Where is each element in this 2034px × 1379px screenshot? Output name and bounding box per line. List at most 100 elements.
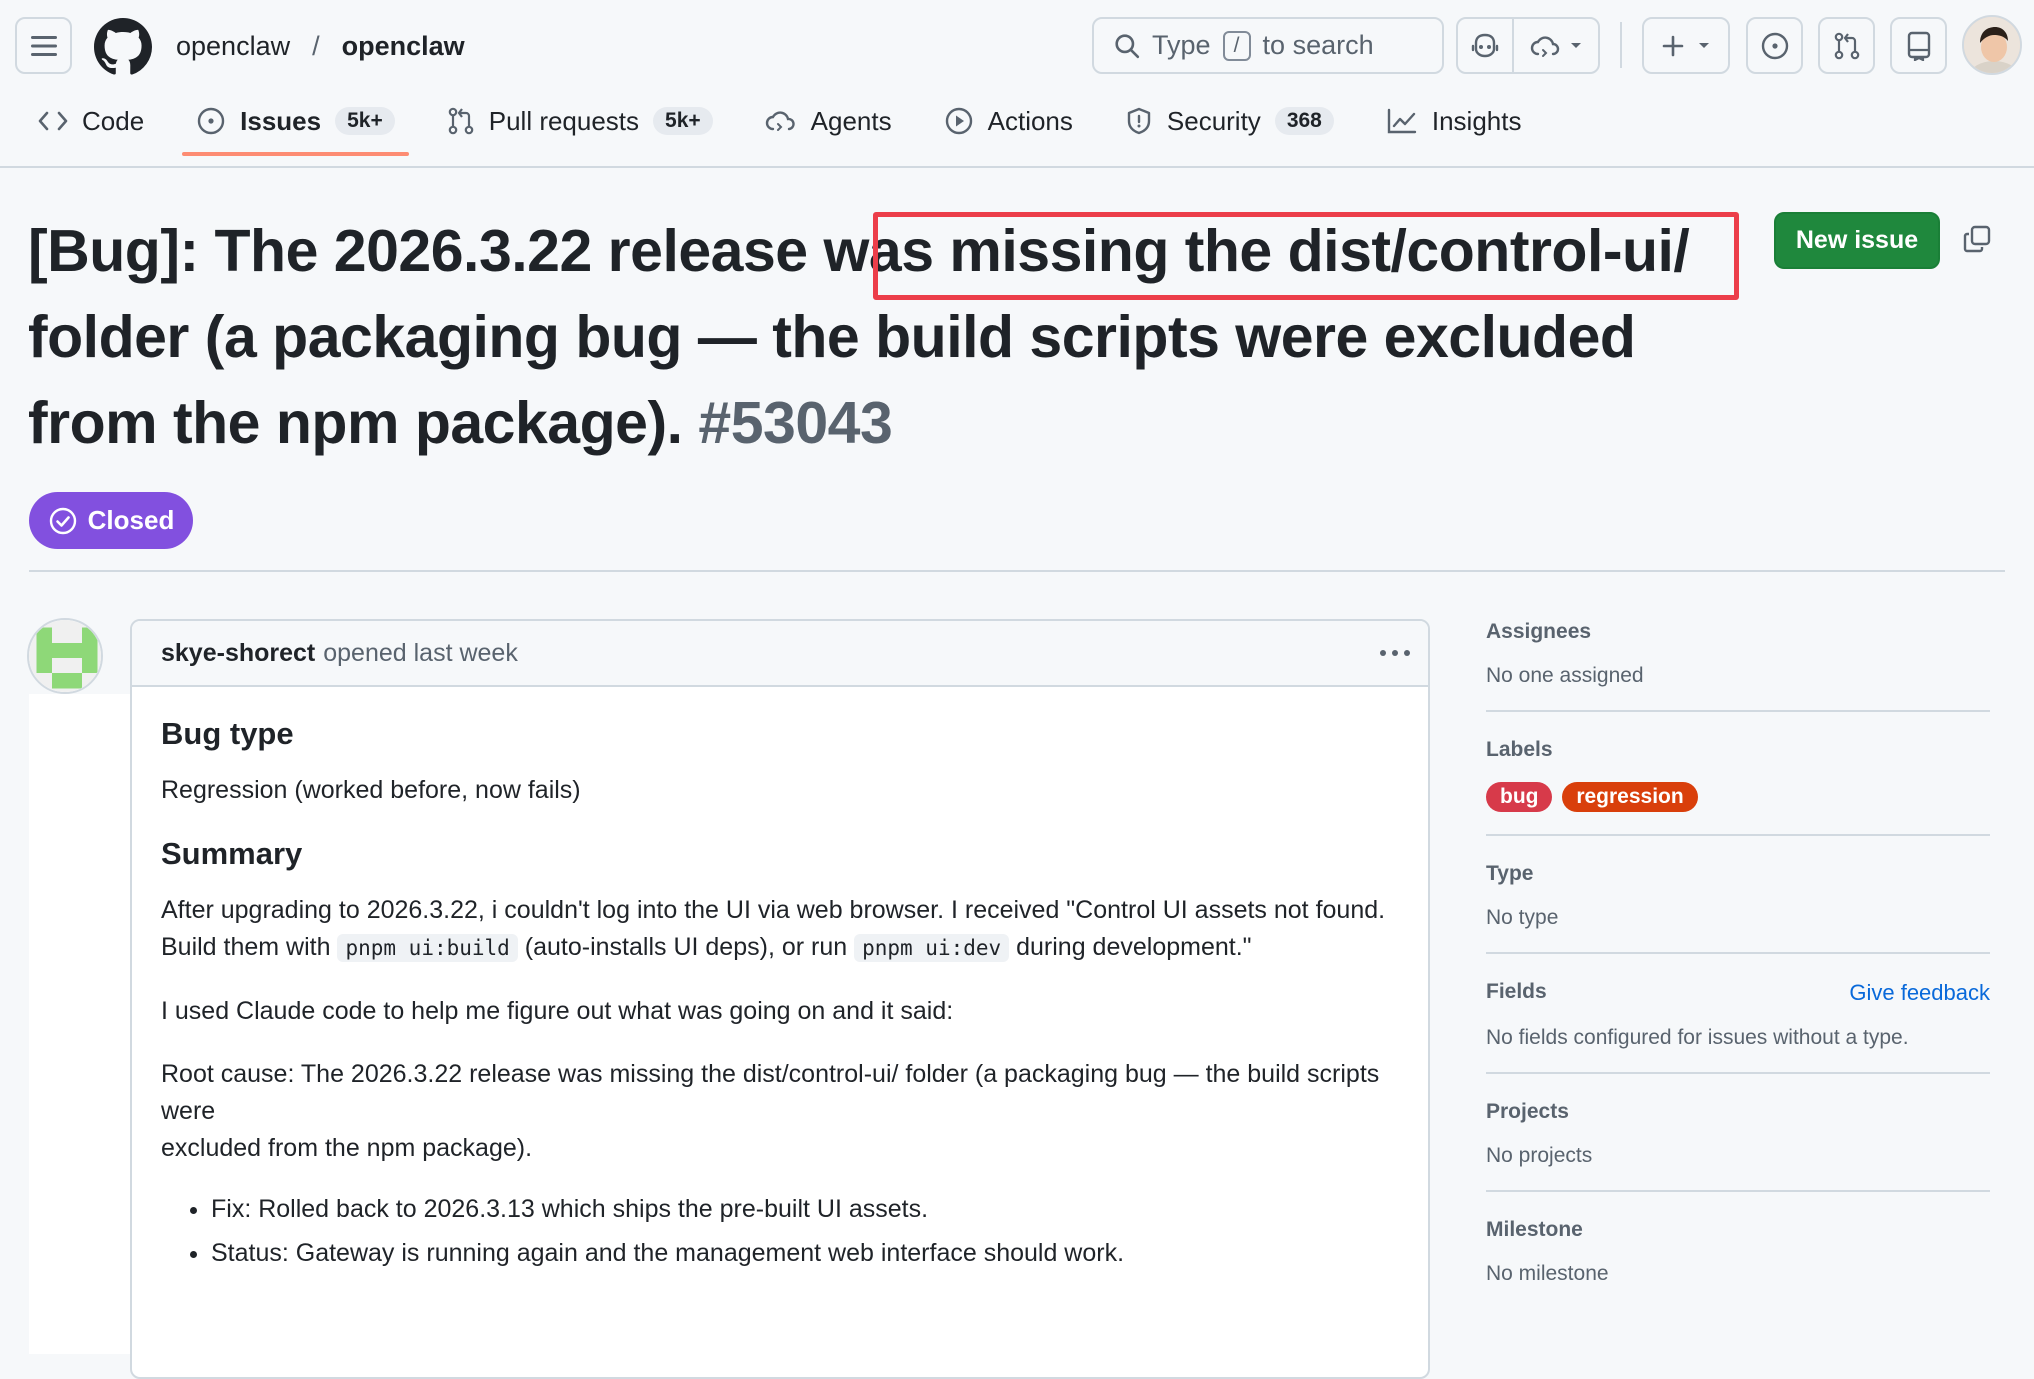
milestone-heading: Milestone <box>1486 1218 1583 1241</box>
tab-agents[interactable]: Agents <box>751 98 906 144</box>
code-ui-dev: pnpm ui:dev <box>854 934 1010 962</box>
list-item: Fix: Rolled back to 2026.3.13 which ship… <box>211 1191 1399 1228</box>
status-list: Fix: Rolled back to 2026.3.13 which ship… <box>211 1191 1399 1272</box>
repo-name-link[interactable]: openclaw <box>342 31 465 62</box>
repo-nav-tabs: Code Issues 5k+ Pull requests 5k+ Agents… <box>24 98 1559 156</box>
tab-actions-label: Actions <box>987 105 1073 136</box>
sidebar-milestone[interactable]: Milestone No milestone <box>1486 1214 1990 1308</box>
chevron-down-icon <box>1699 42 1709 48</box>
comment-body: Bug type Regression (worked before, now … <box>132 687 1428 1307</box>
author-avatar[interactable] <box>27 618 103 694</box>
tab-issues-label: Issues <box>240 105 322 136</box>
tab-code-label: Code <box>82 105 145 136</box>
summary-paragraph: After upgrading to 2026.3.22, i couldn't… <box>161 892 1399 967</box>
kebab-dot-icon <box>1380 650 1386 656</box>
tab-issues[interactable]: Issues 5k+ <box>182 98 409 156</box>
issue-opened-icon <box>1761 32 1788 59</box>
tab-security[interactable]: Security 368 <box>1111 98 1348 144</box>
issue-number: #53043 <box>698 390 893 456</box>
projects-heading: Projects <box>1486 1100 1569 1123</box>
header-divider <box>1620 22 1622 68</box>
bug-type-value: Regression (worked before, now fails) <box>161 776 581 804</box>
projects-value: No projects <box>1486 1144 1593 1167</box>
sidebar-projects[interactable]: Projects No projects <box>1486 1096 1990 1192</box>
chevron-down-icon <box>1571 42 1581 48</box>
play-icon <box>945 107 972 135</box>
issue-state-badge: Closed <box>29 492 193 549</box>
milestone-value: No milestone <box>1486 1262 1609 1285</box>
copilot-button-group <box>1456 17 1600 74</box>
check-circle-icon <box>49 507 76 534</box>
comment-options-button[interactable] <box>1380 635 1410 671</box>
plus-icon <box>1662 35 1684 56</box>
fields-value: No fields configured for issues without … <box>1486 1026 1909 1049</box>
type-heading: Type <box>1486 862 1534 885</box>
give-feedback-link[interactable]: Give feedback <box>1849 980 1990 1006</box>
root-cause-paragraph: Root cause: The 2026.3.22 release was mi… <box>161 1056 1399 1167</box>
search-input[interactable]: Type / to search <box>1092 17 1444 74</box>
code-ui-build: pnpm ui:build <box>337 934 518 962</box>
menu-button[interactable] <box>15 17 72 74</box>
sidebar-type[interactable]: Type No type <box>1486 858 1990 954</box>
comment-author[interactable]: skye-shorect <box>161 639 315 668</box>
copy-link-button[interactable] <box>1962 224 1992 254</box>
comment-header: skye-shorect opened last week <box>132 621 1428 687</box>
hamburger-icon <box>30 35 57 56</box>
tab-code[interactable]: Code <box>24 98 158 144</box>
labels-heading: Labels <box>1486 738 1553 761</box>
copilot-menu-button[interactable] <box>1514 34 1598 58</box>
repo-owner-link[interactable]: openclaw <box>176 31 290 62</box>
tab-pull-requests[interactable]: Pull requests 5k+ <box>433 98 727 144</box>
tab-security-count: 368 <box>1274 107 1334 135</box>
sidebar-fields: Fields Give feedback No fields configured… <box>1486 976 1990 1074</box>
code-icon <box>38 111 68 131</box>
tab-insights[interactable]: Insights <box>1372 98 1536 144</box>
summary-text-c: during development." <box>1009 933 1252 961</box>
cloud-agent-icon <box>1530 35 1560 57</box>
header-divider-line <box>29 570 2005 572</box>
user-avatar[interactable] <box>1962 15 2022 75</box>
search-placeholder-post: to search <box>1262 30 1374 60</box>
label-regression[interactable]: regression <box>1562 782 1698 812</box>
label-bug[interactable]: bug <box>1486 782 1553 812</box>
sidebar-assignees[interactable]: Assignees No one assigned <box>1486 616 1990 712</box>
copilot-icon <box>1471 33 1499 57</box>
shield-icon <box>1127 107 1151 135</box>
tab-pull-requests-label: Pull requests <box>488 105 640 136</box>
search-icon <box>1115 33 1140 58</box>
app-header: openclaw / openclaw Type / to search Cod… <box>0 0 2034 168</box>
root-cause-line-a: Root cause: The 2026.3.22 release was mi… <box>161 1060 1380 1125</box>
identicon-icon <box>29 620 101 692</box>
pull-request-icon <box>448 107 474 135</box>
root-cause-line-b: excluded from the npm package). <box>161 1134 533 1162</box>
copy-icon <box>1963 225 1991 253</box>
comment-meta: opened last week <box>323 638 518 667</box>
new-issue-button[interactable]: New issue <box>1774 212 1940 269</box>
issues-button[interactable] <box>1746 17 1803 74</box>
tab-pull-requests-count: 5k+ <box>653 107 713 135</box>
issue-sidebar: Assignees No one assigned Labels bug reg… <box>1486 616 1990 1330</box>
tab-insights-label: Insights <box>1431 105 1522 136</box>
copilot-button[interactable] <box>1458 19 1514 72</box>
issue-opened-icon <box>197 107 225 135</box>
tab-actions[interactable]: Actions <box>930 98 1087 144</box>
issue-state-label: Closed <box>87 505 175 535</box>
inbox-button[interactable] <box>1890 17 1947 74</box>
issue-title-pre: [Bug]: The 2026.3.22 release was <box>28 218 950 284</box>
list-item: Status: Gateway is running again and the… <box>211 1235 1399 1272</box>
highlight-annotation-box <box>873 212 1739 300</box>
assignees-value: No one assigned <box>1486 664 1644 687</box>
assignees-heading: Assignees <box>1486 620 1592 643</box>
tab-issues-count: 5k+ <box>335 107 395 135</box>
inbox-icon <box>1907 31 1930 61</box>
graph-icon <box>1387 108 1417 134</box>
github-logo-icon[interactable] <box>94 18 152 76</box>
sidebar-labels[interactable]: Labels bug regression <box>1486 734 1990 836</box>
claude-paragraph: I used Claude code to help me figure out… <box>161 997 954 1025</box>
repo-breadcrumb: openclaw / openclaw <box>176 26 465 66</box>
labels-list: bug regression <box>1486 782 1990 812</box>
fields-heading: Fields <box>1486 980 1547 1003</box>
summary-text-b: (auto-installs UI deps), or run <box>517 933 855 961</box>
create-new-button[interactable] <box>1642 17 1730 74</box>
pull-requests-button[interactable] <box>1818 17 1875 74</box>
